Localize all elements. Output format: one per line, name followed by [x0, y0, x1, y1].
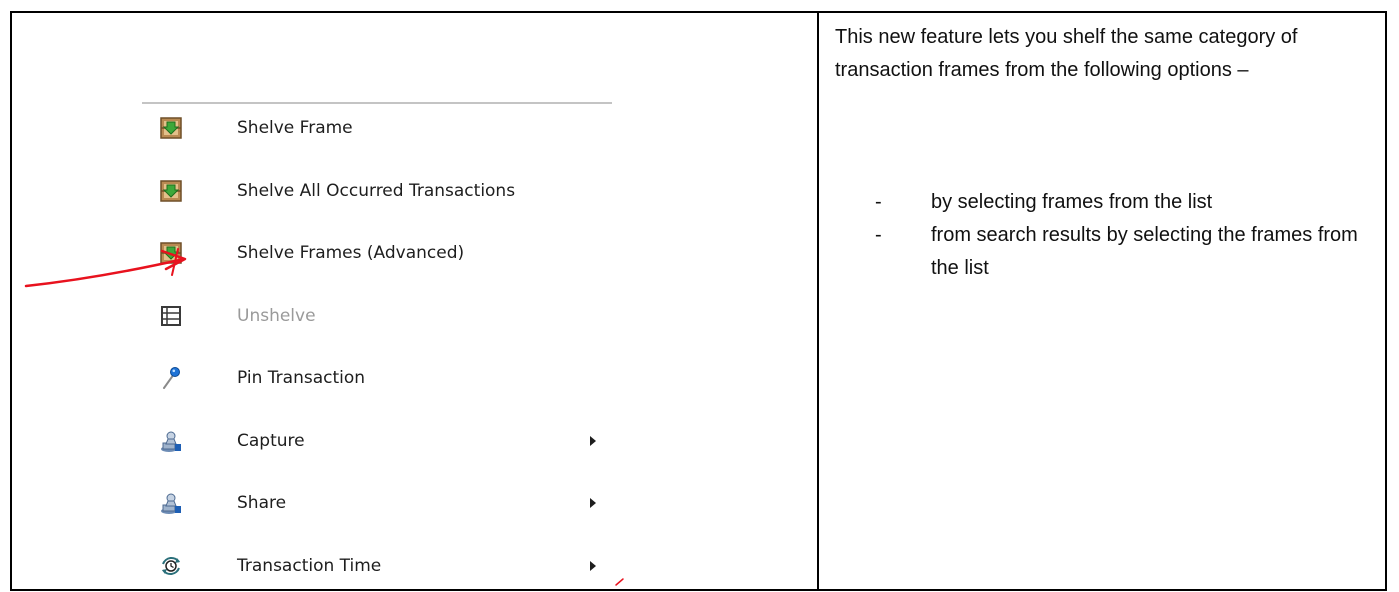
- list-item-text: by selecting frames from the list: [931, 191, 1213, 213]
- menu-item-transaction-time[interactable]: Transaction Time: [142, 542, 612, 590]
- shelve-all-icon: [159, 179, 183, 203]
- menu-item-label: Transaction Time: [237, 555, 382, 576]
- menu-item-shelve-all[interactable]: Shelve All Occurred Transactions: [142, 167, 612, 230]
- capture-icon: [159, 429, 183, 453]
- screenshot-cell: Shelve Frame Shelve All Occurred Transac…: [12, 13, 819, 589]
- menu-item-pin-transaction[interactable]: Pin Transaction: [142, 354, 612, 417]
- bullet-marker: -: [875, 191, 882, 213]
- description-cell: This new feature lets you shelf the same…: [819, 13, 1385, 589]
- submenu-arrow-icon: [590, 435, 596, 446]
- document-table: Shelve Frame Shelve All Occurred Transac…: [10, 11, 1387, 591]
- description-bullets: - by selecting frames from the list - fr…: [835, 186, 1375, 285]
- submenu-arrow-icon: [590, 498, 596, 508]
- menu-item-label: Shelve All Occurred Transactions: [237, 180, 516, 201]
- menu-item-label: Pin Transaction: [237, 368, 366, 388]
- menu-item-label: Capture: [237, 430, 305, 451]
- share-icon: [159, 491, 183, 515]
- context-menu: Shelve Frame Shelve All Occurred Transac…: [142, 104, 612, 589]
- list-item: - from search results by selecting the f…: [835, 219, 1375, 285]
- description-intro: This new feature lets you shelf the same…: [835, 26, 1298, 81]
- submenu-arrow-icon: [590, 560, 596, 571]
- list-item: - by selecting frames from the list: [835, 186, 1375, 219]
- shelve-frame-icon: [159, 116, 183, 140]
- pin-icon: [159, 366, 183, 390]
- menu-item-label: Shelve Frame: [237, 118, 353, 138]
- menu-item-unshelve[interactable]: Unshelve: [142, 292, 612, 355]
- menu-item-label: Shelve Frames (Advanced): [237, 243, 465, 263]
- menu-item-shelve-advanced[interactable]: Shelve Frames (Advanced): [142, 229, 612, 292]
- menu-item-label: Unshelve: [237, 305, 316, 326]
- transaction-time-icon: [159, 554, 183, 578]
- menu-item-share[interactable]: Share: [142, 479, 612, 542]
- list-item-text: from search results by selecting the fra…: [931, 224, 1358, 279]
- menu-item-shelve-frame[interactable]: Shelve Frame: [142, 104, 612, 167]
- bullet-marker: -: [875, 224, 882, 246]
- menu-item-capture[interactable]: Capture: [142, 417, 612, 480]
- unshelve-icon: [159, 304, 183, 328]
- shelve-advanced-icon: [159, 241, 183, 265]
- menu-item-label: Share: [237, 493, 287, 513]
